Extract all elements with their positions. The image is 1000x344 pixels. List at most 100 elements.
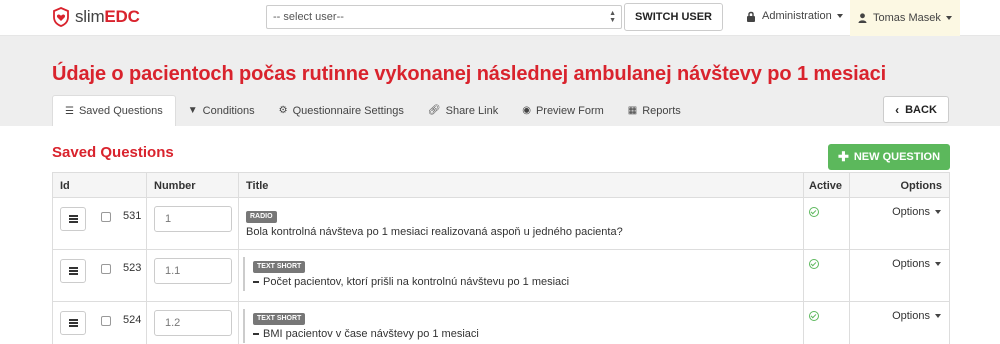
column-divider: [238, 173, 239, 197]
back-label: BACK: [905, 103, 937, 116]
brand-logo[interactable]: slimEDC: [52, 7, 140, 27]
tab-questionnaire-settings[interactable]: ⚙ Questionnaire Settings: [267, 95, 416, 126]
user-icon: [858, 13, 867, 23]
question-type-badge: RADIO: [246, 211, 277, 223]
table-icon: ▦: [627, 105, 638, 116]
drag-handle-icon[interactable]: [60, 207, 86, 231]
table-header: Id Number Title Active Options: [52, 172, 950, 198]
caret-down-icon: [935, 262, 941, 266]
caret-down-icon: [945, 16, 952, 20]
column-divider: [238, 250, 239, 301]
eye-icon: ◉: [522, 105, 531, 116]
administration-label: Administration: [762, 10, 832, 22]
plus-icon: ✚: [837, 149, 849, 164]
options-label: Options: [892, 310, 930, 322]
switch-user-button[interactable]: SWITCH USER: [624, 3, 723, 31]
drag-handle-icon[interactable]: [60, 259, 86, 283]
check-circle-icon: [809, 311, 819, 321]
header-number: Number: [154, 180, 196, 192]
column-divider: [803, 198, 804, 249]
column-divider: [849, 250, 850, 301]
row-id: 531: [123, 210, 142, 222]
column-divider: [849, 173, 850, 197]
table-row: 524 1.2 TEXT SHORT BMI pacientov v čase …: [52, 302, 950, 344]
tab-preview-form[interactable]: ◉ Preview Form: [510, 95, 616, 126]
header-options: Options: [900, 180, 942, 192]
question-cell: RADIO Bola kontrolná návšteva po 1 mesia…: [246, 207, 623, 238]
lock-icon: [747, 11, 755, 22]
question-cell: TEXT SHORT Počet pacientov, ktorí prišli…: [243, 257, 569, 291]
row-id: 524: [123, 314, 142, 326]
options-dropdown[interactable]: Options: [892, 206, 941, 218]
table-row: 523 1.1 TEXT SHORT Počet pacientov, ktor…: [52, 250, 950, 302]
options-label: Options: [892, 206, 930, 218]
tab-label: Questionnaire Settings: [292, 104, 404, 117]
column-divider: [803, 173, 804, 197]
column-divider: [146, 198, 147, 249]
check-circle-icon: [809, 259, 819, 269]
question-text: BMI pacientov v čase návštevy po 1 mesia…: [263, 328, 479, 340]
new-question-button[interactable]: ✚ NEW QUESTION: [828, 144, 950, 170]
brand-name-bold: EDC: [104, 7, 140, 26]
tab-label: Conditions: [202, 104, 255, 117]
number-input[interactable]: 1.1: [154, 258, 232, 284]
caret-down-icon: [836, 14, 843, 18]
header-title: Title: [246, 180, 269, 192]
options-dropdown[interactable]: Options: [892, 258, 941, 270]
row-checkbox[interactable]: [101, 212, 111, 222]
column-divider: [238, 198, 239, 249]
question-text: Bola kontrolná návšteva po 1 mesiaci rea…: [246, 226, 623, 238]
dash-icon: [253, 281, 259, 284]
gear-icon: ⚙: [278, 105, 288, 116]
number-input[interactable]: 1: [154, 206, 232, 232]
link-icon: 🔗︎: [427, 105, 441, 116]
table-row: 531 1 RADIO Bola kontrolná návšteva po 1…: [52, 198, 950, 250]
new-question-label: NEW QUESTION: [853, 151, 941, 163]
user-select[interactable]: -- select user-- ▲ ▼: [266, 5, 622, 29]
header-active: Active: [809, 180, 843, 192]
header-id: Id: [60, 180, 70, 192]
tab-saved-questions[interactable]: ☰ Saved Questions: [52, 95, 176, 126]
drag-handle-icon[interactable]: [60, 311, 86, 335]
tab-label: Share Link: [445, 104, 499, 117]
tab-conditions[interactable]: ▼ Conditions: [176, 95, 267, 126]
user-name: Tomas Masek: [873, 12, 941, 24]
question-text: Počet pacientov, ktorí prišli na kontrol…: [263, 276, 570, 288]
row-checkbox[interactable]: [101, 316, 111, 326]
options-dropdown[interactable]: Options: [892, 310, 941, 322]
row-id: 523: [123, 262, 142, 274]
tab-reports[interactable]: ▦ Reports: [616, 95, 693, 126]
column-divider: [849, 302, 850, 344]
column-divider: [146, 173, 147, 197]
tab-bar: ☰ Saved Questions ▼ Conditions ⚙ Questio…: [52, 95, 693, 126]
question-type-badge: TEXT SHORT: [253, 313, 306, 325]
user-menu[interactable]: Tomas Masek: [850, 0, 960, 36]
chevron-left-icon: ‹: [895, 102, 900, 117]
back-button[interactable]: ‹ BACK: [883, 96, 949, 123]
number-input[interactable]: 1.2: [154, 310, 232, 336]
tab-share-link[interactable]: 🔗︎ Share Link: [416, 95, 510, 126]
column-divider: [803, 302, 804, 344]
filter-icon: ▼: [187, 105, 198, 116]
brand-name-plain: slim: [75, 7, 105, 26]
options-label: Options: [892, 258, 930, 270]
questions-table: Id Number Title Active Options 531 1 RAD…: [52, 172, 950, 344]
row-checkbox[interactable]: [101, 264, 111, 274]
dash-icon: [253, 333, 259, 336]
tab-label: Preview Form: [535, 104, 604, 117]
shield-heart-icon: [53, 7, 69, 27]
caret-down-icon: [935, 314, 941, 318]
user-select-value: -- select user--: [273, 11, 344, 23]
administration-menu[interactable]: Administration: [746, 10, 843, 22]
column-divider: [238, 302, 239, 344]
caret-down-icon: [935, 210, 941, 214]
column-divider: [849, 198, 850, 249]
page-title: Údaje o pacientoch počas rutinne vykonan…: [52, 63, 887, 85]
select-arrows-icon: ▲ ▼: [609, 10, 616, 24]
tab-label: Saved Questions: [78, 105, 163, 117]
question-cell: TEXT SHORT BMI pacientov v čase návštevy…: [243, 309, 479, 343]
tab-label: Reports: [642, 104, 681, 117]
column-divider: [146, 302, 147, 344]
top-navbar: slimEDC -- select user-- ▲ ▼ SWITCH USER …: [0, 0, 1000, 36]
list-icon: ☰: [65, 105, 74, 117]
